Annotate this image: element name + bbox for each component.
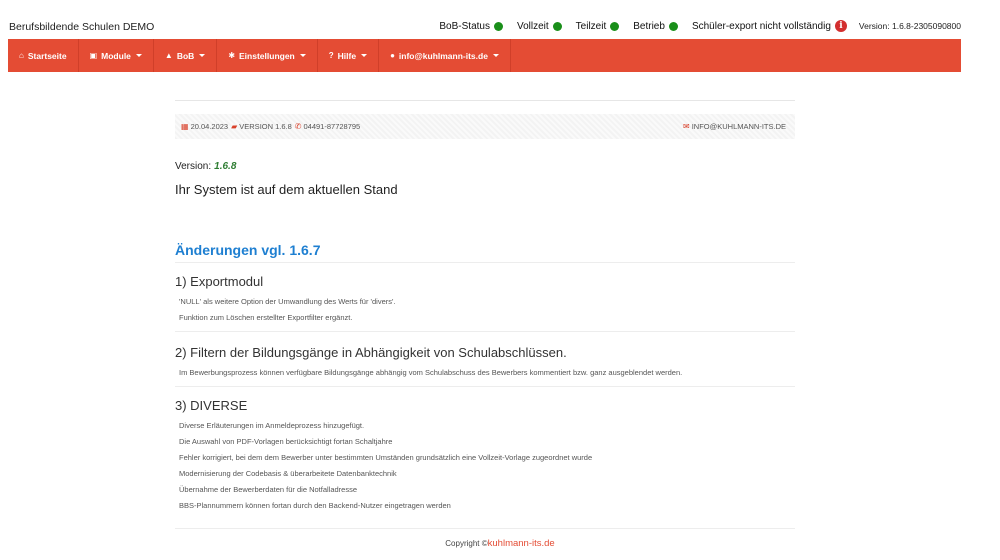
folder-icon: ▰ [231,122,238,131]
list-item: Modernisierung der Codebasis & überarbei… [179,469,397,478]
envelope-icon: ✉ [683,122,690,131]
section-title: 1) Exportmodul [175,274,264,289]
status-ok-icon [668,21,678,31]
nav-user-account[interactable]: ● info@kuhlmann-its.de [379,39,511,72]
print-icon: ▣ [89,51,98,60]
list-item: Die Auswahl von PDF-Vorlagen berücksicht… [179,437,393,446]
nav-label: BoB [176,50,195,61]
footer-link[interactable]: kuhlmann-its.de [488,538,555,549]
brand-title[interactable]: Berufsbildende Schulen DEMO [9,21,154,33]
info-warning-icon: i [834,20,847,32]
nav-label: Startseite [27,50,67,61]
status-label: BoB-Status [439,20,490,32]
footer: Copyright ©kuhlmann-its.de [0,538,1000,549]
info-bar: ▦ 20.04.2023 ▰ VERSION 1.6.8 ✆ 04491-877… [175,114,795,139]
phone-icon: ✆ [294,122,302,131]
nav-label: Module [101,50,131,61]
nav-startseite[interactable]: ⌂ Startseite [8,39,79,72]
changes-heading: Änderungen vgl. 1.6.7 [175,242,795,263]
release-version: VERSION 1.6.8 [239,122,292,131]
version-label: Version: [175,161,212,172]
main-navbar: ⌂ Startseite ▣ Module ▲ BoB ✱ Einstellun… [8,39,961,72]
nav-einstellungen[interactable]: ✱ Einstellungen [217,39,318,72]
status-ok-icon [610,21,620,31]
graduation-cap-icon: ▲ [164,51,173,60]
support-email-link[interactable]: ✉ INFO@KUHLMANN-ITS.DE [683,122,786,131]
status-bob[interactable]: BoB-Status [439,21,503,32]
version-line: Version: 1.6.8 [175,161,795,172]
status-label: Schüler-export nicht vollständig [691,20,831,32]
user-icon: ● [390,51,395,60]
list-item: Übernahme der Bewerberdaten für die Notf… [179,485,358,494]
main-content: ▦ 20.04.2023 ▰ VERSION 1.6.8 ✆ 04491-877… [175,100,795,529]
list-item: Fehler korrigiert, bei dem dem Bewerber … [179,453,593,462]
copyright-text: Copyright © [445,539,488,548]
support-email: INFO@KUHLMANN-ITS.DE [691,122,786,131]
status-betrieb[interactable]: Betrieb [633,21,678,32]
list-item: 'NULL' als weitere Option der Umwandlung… [179,297,396,306]
status-ok-icon [493,21,503,31]
nav-hilfe[interactable]: ? Hilfe [318,39,380,72]
list-item: Diverse Erläuterungen im Anmeldeprozess … [179,421,365,430]
system-status-message: Ihr System ist auf dem aktuellen Stand [175,182,398,197]
home-icon: ⌂ [19,51,24,60]
question-icon: ? [328,51,334,60]
list-item: BBS-Plannummern können fortan durch den … [179,501,451,510]
chevron-down-icon [299,54,306,57]
status-ok-icon [552,21,562,31]
gear-icon: ✱ [228,51,236,60]
chevron-down-icon [361,54,368,57]
section-title: 3) DIVERSE [175,398,248,413]
list-item: Funktion zum Löschen erstellter Exportfi… [179,313,353,322]
list-item: Im Bewerbungsprozess können verfügbare B… [179,368,683,377]
app-version: Version: 1.6.8-2305090800 [858,21,961,31]
chevron-down-icon [135,54,142,57]
nav-label: Einstellungen [239,50,295,61]
changelog-section: 2) Filtern der Bildungsgänge in Abhängig… [175,345,795,387]
nav-label: Hilfe [337,50,357,61]
nav-bob[interactable]: ▲ BoB [154,39,218,72]
status-label: Teilzeit [575,20,607,32]
release-date: 20.04.2023 [190,122,229,131]
calendar-icon: ▦ [181,122,189,131]
chevron-down-icon [199,54,206,57]
status-label: Vollzeit [516,20,549,32]
divider [175,100,795,101]
nav-label: info@kuhlmann-its.de [398,50,488,61]
changelog-section: 3) DIVERSE Diverse Erläuterungen im Anme… [175,398,795,529]
changelog-section: 1) Exportmodul 'NULL' als weitere Option… [175,274,795,332]
section-title: 2) Filtern der Bildungsgänge in Abhängig… [175,345,567,360]
status-vollzeit[interactable]: Vollzeit [517,21,562,32]
top-bar: Berufsbildende Schulen DEMO BoB-Status V… [0,0,1000,40]
status-teilzeit[interactable]: Teilzeit [576,21,620,32]
status-label: Betrieb [633,20,665,32]
status-bar: BoB-Status Vollzeit Teilzeit Betrieb Sch… [425,20,961,32]
version-value: 1.6.8 [214,161,237,172]
status-schueler-export[interactable]: Schüler-export nicht vollständig i [692,20,847,32]
nav-module[interactable]: ▣ Module [79,39,154,72]
support-phone: 04491-87728795 [303,122,361,131]
chevron-down-icon [492,54,499,57]
